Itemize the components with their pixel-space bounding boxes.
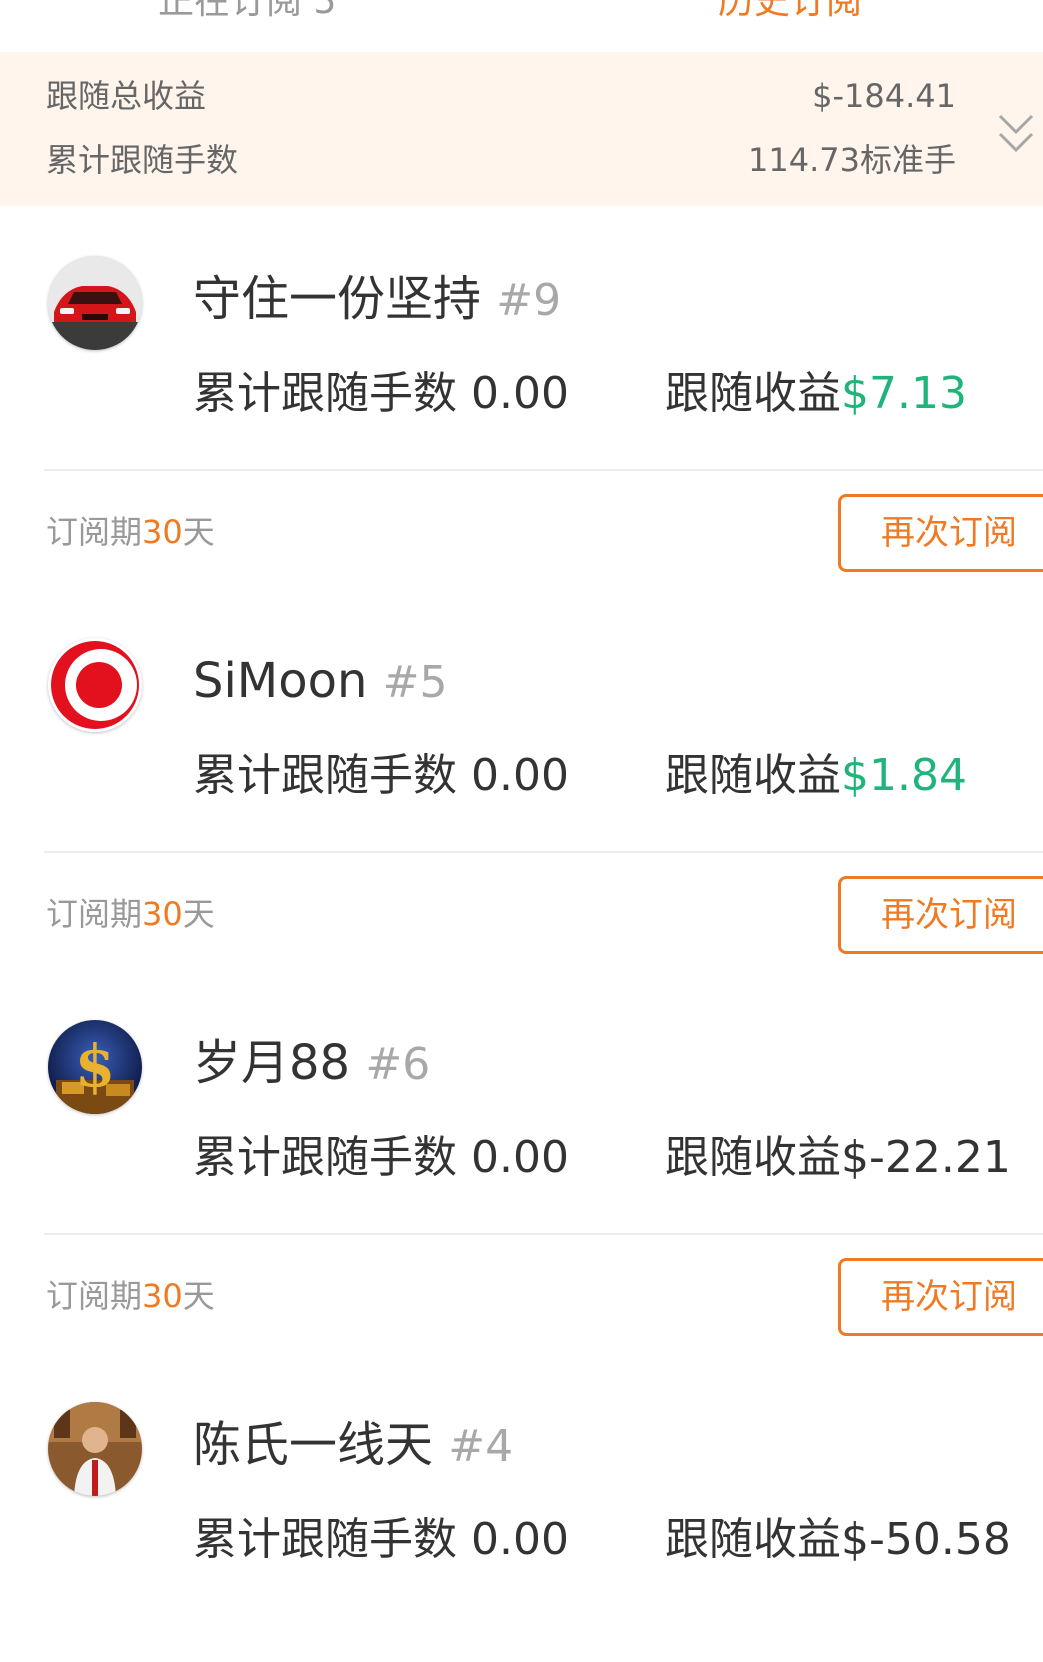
double-chevron-down-icon[interactable]	[996, 110, 1036, 158]
follow-profit: 跟随收益$-50.58	[665, 1512, 1011, 1568]
period-prefix: 订阅期	[46, 1277, 143, 1315]
follow-lots-value: 0.00	[471, 368, 569, 419]
follow-lots-label: 累计跟随手数	[193, 1132, 457, 1183]
follow-lots: 累计跟随手数 0.00	[193, 366, 569, 422]
total-profit-label: 跟随总收益	[46, 77, 207, 115]
red-crescent-avatar	[48, 638, 142, 732]
follow-profit-value: $1.84	[841, 750, 967, 801]
tab-history-subscriptions[interactable]: 历史订阅	[718, 0, 862, 26]
trader-name-text: 岁月88	[193, 1035, 351, 1091]
resubscribe-button[interactable]: 再次订阅	[838, 494, 1043, 572]
follow-profit-label: 跟随收益	[665, 750, 841, 801]
period-suffix: 天	[182, 513, 215, 551]
follow-lots-label: 累计跟随手数	[193, 368, 457, 419]
trader-rank: #9	[496, 275, 562, 326]
trader-name[interactable]: 岁月88 #6	[193, 1032, 430, 1096]
subscription-period: 订阅期30天	[46, 509, 215, 555]
trader-name-text: 陈氏一线天	[193, 1417, 434, 1473]
divider	[44, 851, 1043, 853]
period-suffix: 天	[182, 895, 215, 933]
svg-text:$: $	[75, 1032, 115, 1100]
follow-lots-value: 0.00	[471, 1132, 569, 1183]
period-prefix: 订阅期	[46, 895, 143, 933]
trader-card[interactable]: SiMoon #5 累计跟随手数 0.00 跟随收益$1.84 订阅期30天 再…	[0, 588, 1043, 973]
follow-profit-value: $-22.21	[841, 1132, 1011, 1183]
trader-rank: #5	[382, 657, 448, 708]
resubscribe-button[interactable]: 再次订阅	[838, 876, 1043, 954]
follow-lots: 累计跟随手数 0.00	[193, 748, 569, 804]
trader-name-text: 守住一份坚持	[193, 271, 482, 327]
subscription-period: 订阅期30天	[46, 891, 215, 937]
trader-card[interactable]: $ 岁月88 #6 累计跟随手数 0.00 跟随收益$-22.21 订阅期30天…	[0, 970, 1043, 1355]
follow-lots: 累计跟随手数 0.00	[193, 1512, 569, 1568]
gold-dollar-avatar: $	[48, 1020, 142, 1114]
trader-name-text: SiMoon	[193, 653, 368, 709]
follow-summary: 跟随总收益 $-184.41 累计跟随手数 114.73标准手	[0, 52, 1043, 206]
red-car-avatar	[48, 256, 142, 350]
divider	[44, 1233, 1043, 1235]
trader-card[interactable]: 守住一份坚持 #9 累计跟随手数 0.00 跟随收益$7.13 订阅期30天 再…	[0, 206, 1043, 591]
period-days: 30	[142, 895, 183, 933]
period-days: 30	[142, 1277, 183, 1315]
follow-profit-label: 跟随收益	[665, 1132, 841, 1183]
total-lots-row: 累计跟随手数 114.73标准手	[46, 137, 956, 183]
total-profit-value: $-184.41	[812, 77, 956, 115]
follow-profit: 跟随收益$7.13	[665, 366, 967, 422]
follow-profit-label: 跟随收益	[665, 1514, 841, 1565]
total-lots-label: 累计跟随手数	[46, 141, 239, 179]
follow-lots-value: 0.00	[471, 750, 569, 801]
subscription-tabs: 正在订阅 5 历史订阅	[0, 0, 1043, 52]
follow-lots-label: 累计跟随手数	[193, 1514, 457, 1565]
total-profit-row: 跟随总收益 $-184.41	[46, 73, 956, 119]
trader-rank: #4	[448, 1421, 514, 1472]
follow-profit-value: $-50.58	[841, 1514, 1011, 1565]
period-days: 30	[142, 513, 183, 551]
subscription-period: 订阅期30天	[46, 1273, 215, 1319]
follow-profit-label: 跟随收益	[665, 368, 841, 419]
trader-card[interactable]: 陈氏一线天 #4 累计跟随手数 0.00 跟随收益$-50.58	[0, 1352, 1043, 1662]
resubscribe-button[interactable]: 再次订阅	[838, 1258, 1043, 1336]
follow-lots-label: 累计跟随手数	[193, 750, 457, 801]
tab-current-subscriptions[interactable]: 正在订阅 5	[158, 0, 336, 26]
person-photo-avatar	[48, 1402, 142, 1496]
period-suffix: 天	[182, 1277, 215, 1315]
period-prefix: 订阅期	[46, 513, 143, 551]
trader-name[interactable]: 守住一份坚持 #9	[193, 268, 561, 332]
divider	[44, 469, 1043, 471]
follow-lots: 累计跟随手数 0.00	[193, 1130, 569, 1186]
follow-profit: 跟随收益$1.84	[665, 748, 967, 804]
follow-lots-value: 0.00	[471, 1514, 569, 1565]
trader-name[interactable]: 陈氏一线天 #4	[193, 1414, 513, 1478]
trader-rank: #6	[365, 1039, 431, 1090]
trader-name[interactable]: SiMoon #5	[193, 650, 448, 714]
total-lots-value: 114.73标准手	[748, 141, 956, 179]
follow-profit-value: $7.13	[841, 368, 967, 419]
follow-profit: 跟随收益$-22.21	[665, 1130, 1011, 1186]
